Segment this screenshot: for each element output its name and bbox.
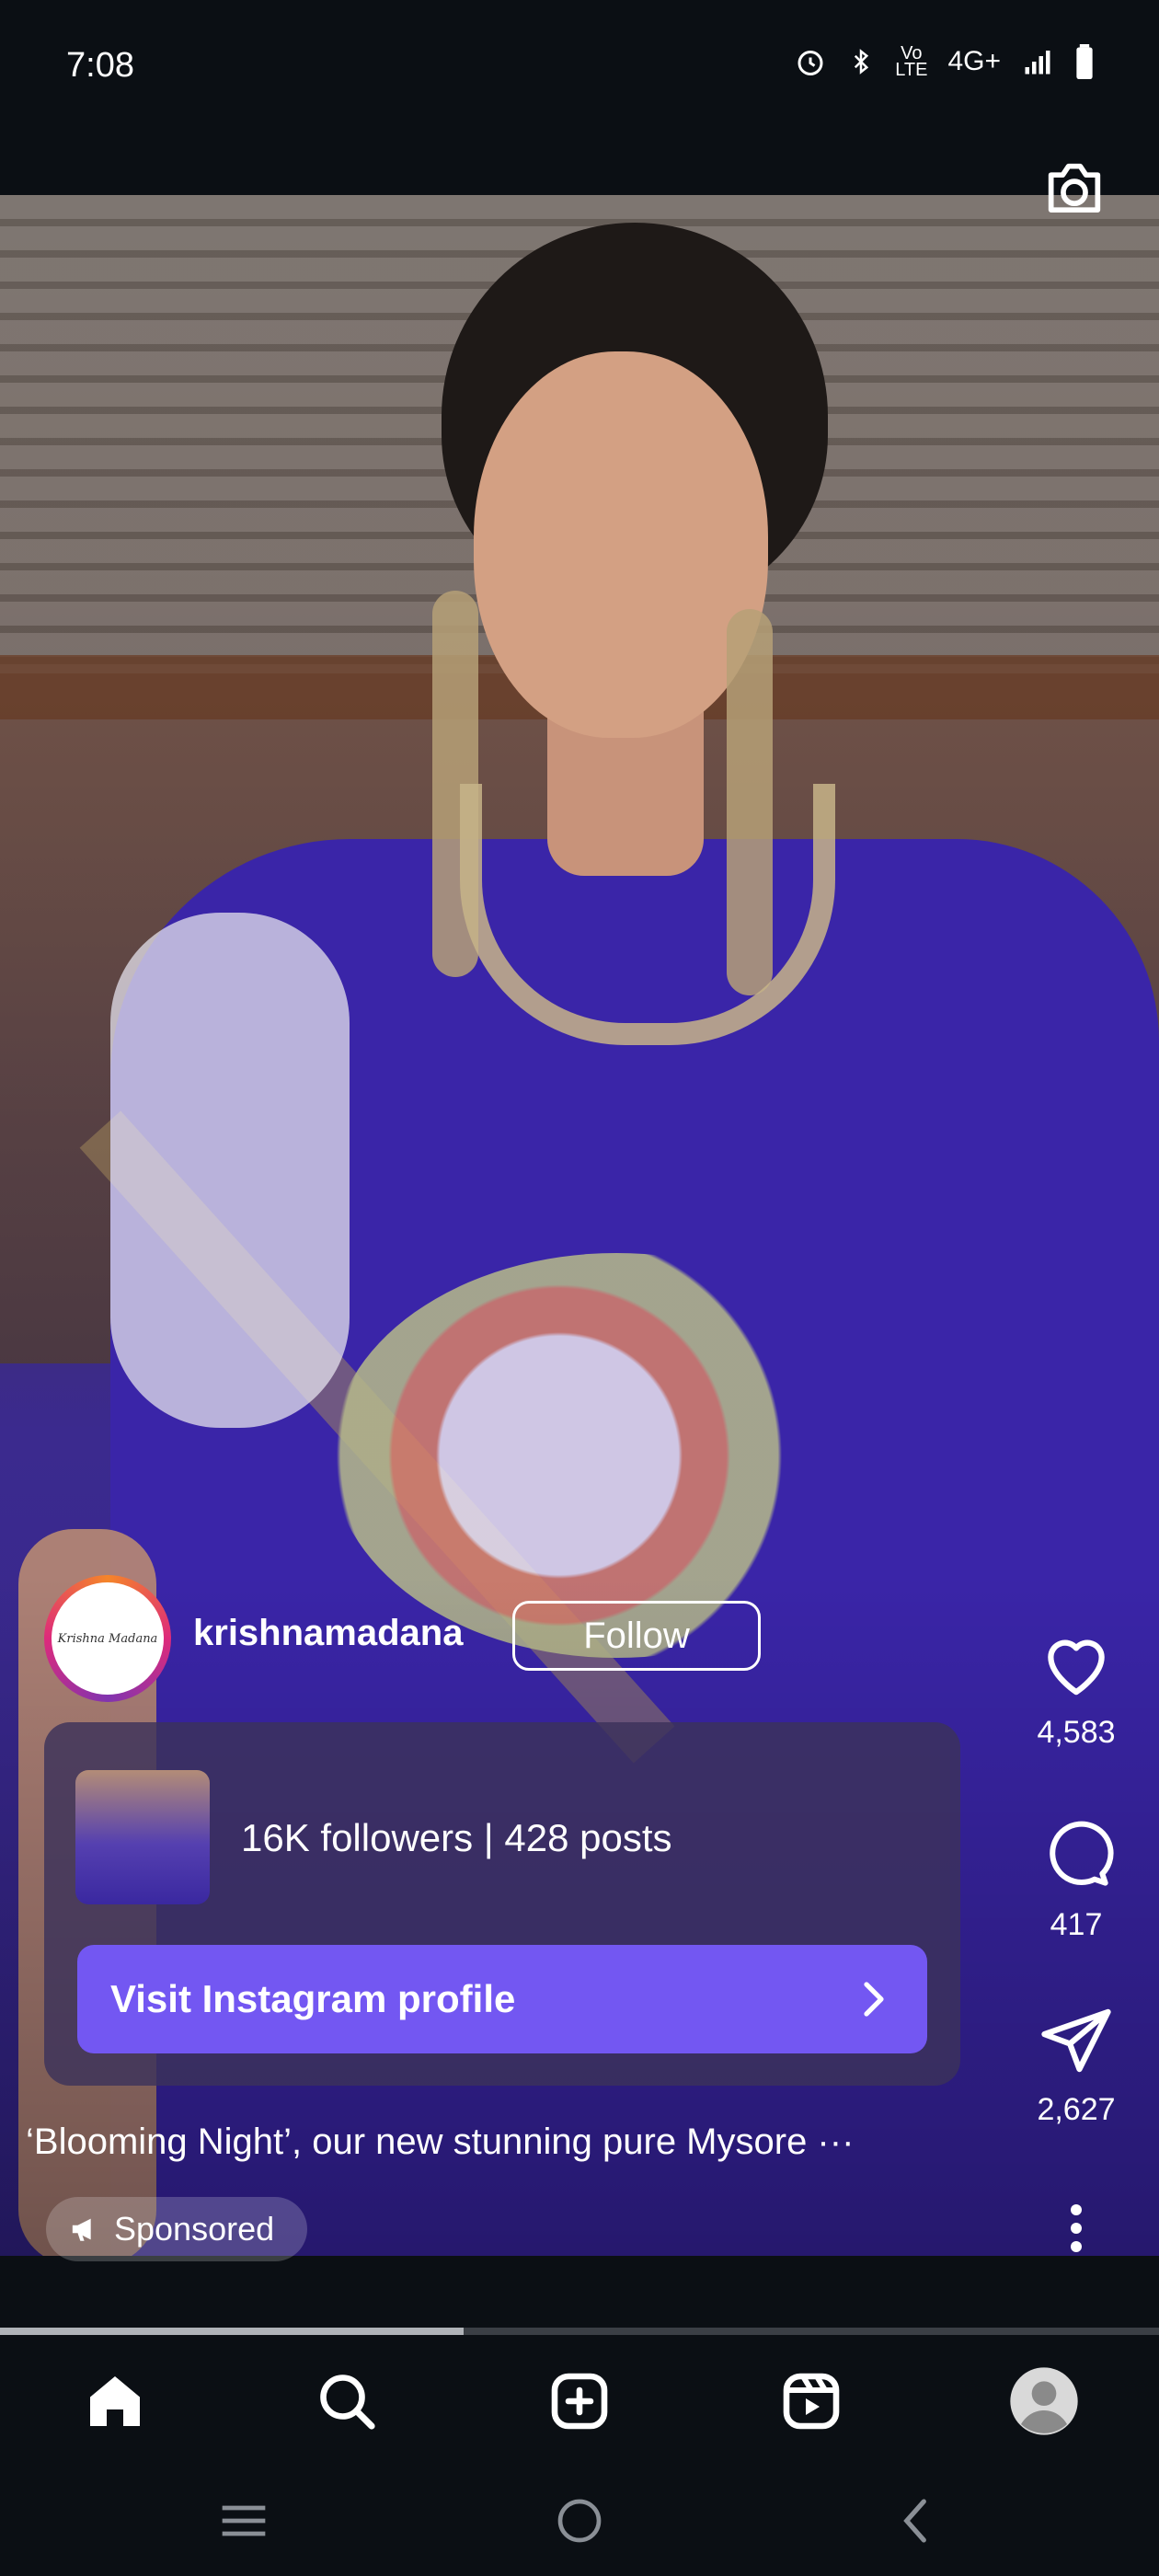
- sleeve-print: [110, 913, 350, 1428]
- profile-icon: [1010, 2367, 1078, 2435]
- nav-create[interactable]: [534, 2355, 625, 2447]
- network-label: 4G+: [947, 46, 1001, 76]
- nav-home[interactable]: [69, 2355, 161, 2447]
- comment-count: 417: [1050, 1907, 1103, 1942]
- recents-button[interactable]: [198, 2493, 290, 2548]
- visit-profile-button[interactable]: Visit Instagram profile: [77, 1945, 927, 2053]
- caption[interactable]: ‘Blooming Night’, our new stunning pure …: [26, 2122, 982, 2163]
- send-icon[interactable]: [1038, 2006, 1115, 2076]
- sponsored-label: Sponsored: [114, 2210, 275, 2248]
- more-options-icon[interactable]: [1058, 2201, 1095, 2256]
- nav-reels[interactable]: [765, 2355, 857, 2447]
- bluetooth-icon: [855, 49, 869, 75]
- battery-icon: [1076, 44, 1093, 79]
- nav-profile[interactable]: [998, 2355, 1090, 2447]
- recents-icon: [222, 2505, 266, 2536]
- comment-action[interactable]: 417: [1030, 1817, 1122, 1943]
- back-button[interactable]: [869, 2493, 961, 2548]
- avatar-logo-text: Krishna Madana: [57, 1631, 158, 1646]
- create-icon: [551, 2373, 608, 2430]
- reel-progress[interactable]: [0, 2328, 1159, 2335]
- status-icons: Vo LTE 4G+: [794, 44, 1095, 79]
- alarm-icon: [798, 51, 823, 75]
- camera-icon[interactable]: [1039, 155, 1109, 224]
- reel-progress-fill: [0, 2328, 464, 2335]
- username[interactable]: krishnamadana: [193, 1613, 463, 1654]
- reels-icon: [783, 2373, 840, 2430]
- volte-icon: Vo LTE: [895, 43, 928, 80]
- comment-icon[interactable]: [1038, 1817, 1115, 1891]
- avatar-image: Krishna Madana: [52, 1582, 164, 1695]
- chevron-right-icon: [864, 1982, 884, 2017]
- avatar[interactable]: Krishna Madana: [44, 1575, 171, 1702]
- back-icon: [903, 2499, 926, 2543]
- like-count: 4,583: [1037, 1715, 1116, 1750]
- home-icon: [90, 2376, 140, 2426]
- visit-profile-label: Visit Instagram profile: [110, 1977, 516, 2020]
- nav-search[interactable]: [301, 2355, 393, 2447]
- signal-icon: [1025, 51, 1050, 75]
- like-action[interactable]: 4,583: [1030, 1628, 1122, 1751]
- profile-thumbnail[interactable]: [75, 1770, 210, 1904]
- search-icon: [320, 2375, 375, 2430]
- sponsored-badge[interactable]: Sponsored: [46, 2197, 308, 2261]
- profile-stats: 16K followers | 428 posts: [241, 1816, 672, 1859]
- megaphone-icon: [72, 2218, 91, 2241]
- status-time: 7:08: [66, 46, 134, 85]
- home-circle-icon: [557, 2499, 602, 2543]
- heart-icon[interactable]: [1038, 1628, 1115, 1698]
- profile-card: 16K followers | 428 posts Visit Instagra…: [44, 1722, 960, 2086]
- follow-button[interactable]: Follow: [512, 1601, 761, 1671]
- model-face: [474, 351, 768, 738]
- share-action[interactable]: 2,627: [1030, 2006, 1122, 2128]
- share-count: 2,627: [1037, 2092, 1116, 2127]
- home-button[interactable]: [534, 2493, 625, 2548]
